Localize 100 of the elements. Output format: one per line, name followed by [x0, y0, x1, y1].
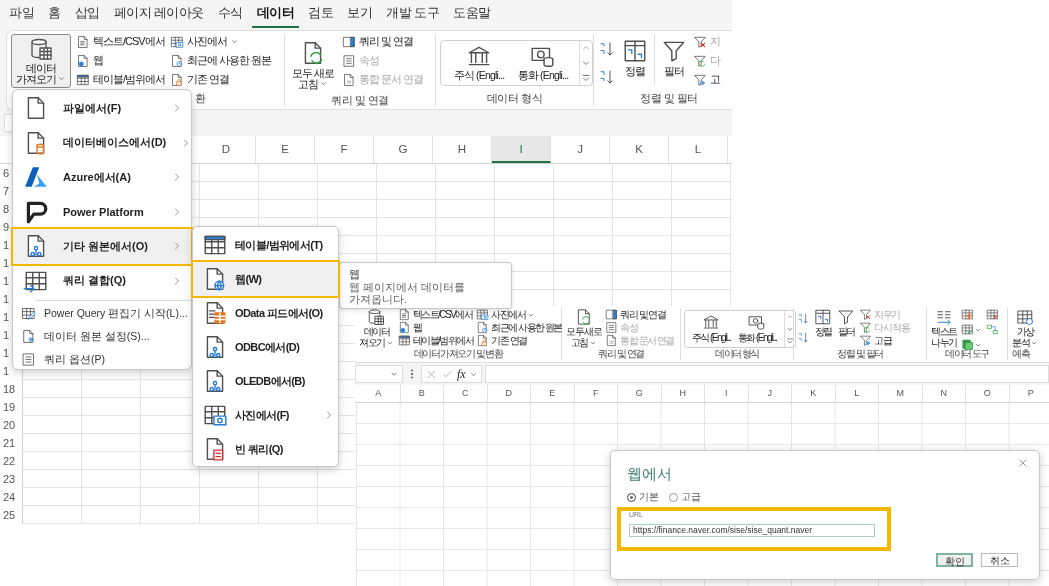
- data-type-button[interactable]: 주식 (Engli...: [688, 313, 734, 345]
- tool-button[interactable]: [960, 338, 982, 351]
- radio-button[interactable]: [627, 492, 636, 502]
- filter-button[interactable]: 필터: [836, 308, 856, 337]
- text-to-columns-button[interactable]: 텍스트 나누기: [930, 308, 958, 348]
- ribbon-command[interactable]: 기존 연결: [476, 334, 562, 347]
- column-header[interactable]: M: [879, 385, 923, 402]
- column-header[interactable]: I: [492, 136, 551, 163]
- ribbon-tab[interactable]: 도움말: [448, 1, 496, 29]
- column-header[interactable]: G: [618, 385, 662, 402]
- what-if-button[interactable]: 가상 분석: [1011, 308, 1039, 348]
- refresh-all-button[interactable]: 모두 새로 고침: [565, 308, 603, 348]
- filter-button[interactable]: 필터: [658, 36, 690, 80]
- menu-item[interactable]: ODBC에서(D): [193, 330, 338, 364]
- dialog-button[interactable]: 취소: [981, 553, 1018, 567]
- menu-item[interactable]: 쿼리 결합(Q): [13, 263, 191, 298]
- ribbon-command[interactable]: 최근에 사용한 원본: [476, 321, 562, 334]
- menu-item[interactable]: 파일에서(F): [13, 91, 191, 126]
- menu-item[interactable]: 기타 원본에서(O): [13, 229, 191, 264]
- row-header[interactable]: 19: [0, 398, 22, 416]
- ribbon-tab[interactable]: 홈: [43, 1, 66, 29]
- tool-button[interactable]: [960, 323, 982, 336]
- ribbon-command[interactable]: 고급: [859, 334, 910, 347]
- ribbon-command[interactable]: 고: [693, 72, 720, 88]
- ribbon-tab[interactable]: 삽입: [69, 1, 105, 29]
- banknote-icon: [748, 313, 766, 331]
- ribbon-command[interactable]: 웹: [397, 321, 474, 334]
- column-header[interactable]: H: [661, 385, 705, 402]
- column-header[interactable]: K: [792, 385, 836, 402]
- column-header[interactable]: J: [551, 136, 610, 163]
- column-header[interactable]: N: [922, 385, 966, 402]
- tool-button[interactable]: [985, 308, 999, 321]
- ribbon-command[interactable]: 쿼리 및 연결: [342, 34, 424, 50]
- column-header[interactable]: D: [487, 385, 531, 402]
- radio-option[interactable]: 기본: [627, 490, 659, 504]
- ribbon-command[interactable]: 테이블/범위에서: [76, 72, 166, 88]
- column-header[interactable]: L: [669, 136, 728, 163]
- menu-item[interactable]: 데이터베이스에서(D): [13, 125, 191, 160]
- filter-gear-icon: [693, 72, 707, 87]
- menu-item[interactable]: Azure에서(A): [13, 160, 191, 195]
- row-header[interactable]: 21: [0, 434, 22, 452]
- ribbon-tab[interactable]: 개발 도구: [381, 1, 445, 29]
- menu-item[interactable]: 데이터 원본 설정(S)...: [13, 325, 191, 348]
- column-header[interactable]: F: [574, 385, 618, 402]
- url-input[interactable]: https://finance.naver.com/sise/sise_quant.naver: [629, 523, 875, 537]
- row-header[interactable]: 22: [0, 452, 22, 470]
- radio-option[interactable]: 고급: [669, 490, 701, 504]
- column-header[interactable]: C: [444, 385, 488, 402]
- ribbon-command[interactable]: 사진에서: [170, 34, 272, 50]
- row-header[interactable]: 20: [0, 416, 22, 434]
- column-header[interactable]: I: [705, 385, 749, 402]
- ribbon-command[interactable]: 텍스트/CSV에서: [397, 308, 474, 321]
- sort-button[interactable]: 정렬: [619, 36, 651, 80]
- menu-item[interactable]: 쿼리 옵션(P): [13, 348, 191, 371]
- ribbon-tab[interactable]: 데이터: [252, 1, 300, 29]
- ribbon-command[interactable]: 기존 연결: [170, 72, 272, 88]
- tool-button[interactable]: [985, 323, 999, 336]
- menu-item[interactable]: 웹(W): [193, 262, 338, 296]
- menu-item[interactable]: OLEDB에서(B): [193, 364, 338, 398]
- data-type-button[interactable]: 주식 (Engli...: [447, 43, 511, 84]
- column-header[interactable]: D: [197, 136, 256, 163]
- column-header[interactable]: E: [531, 385, 575, 402]
- menu-item[interactable]: 빈 쿼리(Q): [193, 432, 338, 466]
- menu-item[interactable]: 사진에서(F): [193, 398, 338, 432]
- ribbon-command[interactable]: 웹: [76, 53, 166, 69]
- ribbon-tab[interactable]: 검토: [303, 1, 339, 29]
- row-header[interactable]: 25: [0, 506, 22, 524]
- column-header[interactable]: G: [374, 136, 433, 163]
- ribbon-command[interactable]: 텍스트/CSV에서: [76, 34, 166, 50]
- sort-button[interactable]: 정렬: [813, 308, 833, 337]
- menu-item[interactable]: OData 피드에서(O): [193, 296, 338, 330]
- column-header[interactable]: B: [400, 385, 444, 402]
- data-type-button[interactable]: 통화 (Engli...: [511, 43, 575, 84]
- ribbon-command[interactable]: 최근에 사용한 원본: [170, 53, 272, 69]
- row-header[interactable]: 24: [0, 488, 22, 506]
- column-header[interactable]: P: [1009, 385, 1049, 402]
- ribbon-command[interactable]: 테이블/범위에서: [397, 334, 474, 347]
- ribbon-tab[interactable]: 페이지 레이아웃: [108, 1, 209, 29]
- row-header[interactable]: 18: [0, 380, 22, 398]
- column-header[interactable]: E: [256, 136, 315, 163]
- ribbon-tab[interactable]: 수식: [213, 1, 248, 29]
- ribbon-tab[interactable]: 파일: [4, 1, 39, 29]
- column-header[interactable]: F: [315, 136, 374, 163]
- refresh-all-button[interactable]: 모두 새로 고침: [289, 38, 338, 93]
- menu-item[interactable]: 테이블/범위에서(T): [193, 228, 338, 262]
- get-data-button[interactable]: 데이터 가져오기: [11, 34, 71, 89]
- ribbon-tab[interactable]: 보기: [342, 1, 378, 29]
- radio-button[interactable]: [669, 492, 678, 502]
- dialog-button[interactable]: 확인: [936, 553, 973, 567]
- data-type-button[interactable]: 통화 (Engli...: [734, 313, 780, 345]
- column-header[interactable]: O: [966, 385, 1010, 402]
- column-header[interactable]: A: [357, 385, 401, 402]
- menu-item[interactable]: Power Platform: [13, 194, 191, 229]
- column-header[interactable]: J: [748, 385, 792, 402]
- row-header[interactable]: 23: [0, 470, 22, 488]
- menu-item[interactable]: Power Query 편집기 시작(L)...: [13, 302, 191, 325]
- column-header[interactable]: K: [610, 136, 669, 163]
- column-header[interactable]: L: [835, 385, 879, 402]
- ribbon-command[interactable]: 쿼리 및 연결: [605, 308, 674, 321]
- insert-function-button[interactable]: fx: [457, 366, 466, 382]
